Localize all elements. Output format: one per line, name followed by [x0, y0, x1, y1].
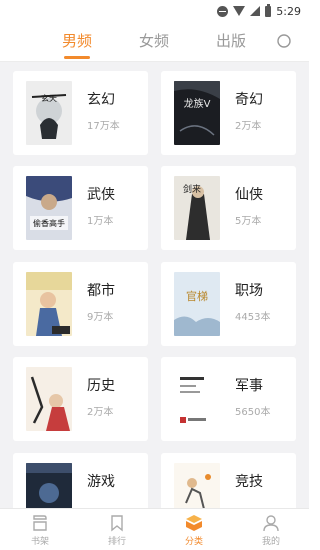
- category-card-wuxia[interactable]: 偷香高手 武侠 1万本: [13, 166, 148, 250]
- bottom-nav: 书架 排行 分类 我的: [0, 508, 309, 550]
- category-name: 竞技: [235, 474, 263, 490]
- tab-male[interactable]: 男频: [62, 30, 92, 51]
- category-card-youxi[interactable]: 游戏: [13, 453, 148, 508]
- book-cover: 官梯: [174, 272, 220, 336]
- category-count: 17万本: [87, 121, 120, 132]
- category-card-qihuan[interactable]: 龙族V 奇幻 2万本: [161, 71, 296, 155]
- active-tab-indicator: [64, 56, 90, 59]
- book-cover: [174, 463, 220, 508]
- category-name: 武侠: [87, 187, 115, 203]
- book-cover: [26, 463, 72, 508]
- profile-icon: [263, 515, 279, 532]
- category-name: 历史: [87, 378, 115, 394]
- nav-label: 我的: [261, 537, 280, 547]
- category-name: 军事: [235, 378, 263, 394]
- category-name: 玄幻: [87, 92, 115, 108]
- tab-publish[interactable]: 出版: [216, 30, 246, 51]
- category-card-xianxia[interactable]: 剑来 仙侠 5万本: [161, 166, 296, 250]
- category-tabs: 男频 女频 出版: [0, 22, 309, 62]
- book-cover: [26, 272, 72, 336]
- category-card-jingji[interactable]: 竞技: [161, 453, 296, 508]
- category-name: 都市: [87, 283, 115, 299]
- category-count: 5万本: [235, 216, 262, 227]
- status-bar: 5:29: [0, 0, 309, 22]
- do-not-disturb-icon: [217, 5, 229, 17]
- bookshelf-icon: [33, 515, 47, 531]
- category-count: 4453本: [235, 312, 271, 323]
- category-count: 5650本: [235, 407, 271, 418]
- category-name: 奇幻: [235, 92, 263, 108]
- category-icon: [186, 515, 202, 531]
- category-name: 仙侠: [235, 187, 263, 203]
- category-count: 2万本: [87, 407, 114, 418]
- cover-title: 偷香高手: [33, 218, 65, 228]
- category-count: 1万本: [87, 216, 114, 227]
- book-cover: 偷香高手: [26, 176, 72, 240]
- nav-label: 书架: [30, 537, 49, 547]
- battery-icon: [265, 3, 272, 17]
- category-card-zhichang[interactable]: 官梯 职场 4453本: [161, 262, 296, 346]
- book-cover: 玄天: [26, 81, 72, 145]
- nav-ranking[interactable]: 排行: [97, 513, 137, 549]
- tab-female[interactable]: 女频: [139, 30, 169, 51]
- category-count: 9万本: [87, 312, 114, 323]
- signal-icon: [250, 6, 261, 16]
- nav-bookshelf[interactable]: 书架: [20, 513, 60, 549]
- cover-title: 玄天: [41, 93, 57, 103]
- category-name: 游戏: [87, 474, 115, 490]
- category-count: 2万本: [235, 121, 262, 132]
- cover-title: 剑来: [183, 183, 201, 195]
- category-grid: 玄天 玄幻 17万本 龙族V 奇幻 2万本 偷香高手 武侠 1万本 剑来 仙侠 …: [0, 62, 309, 508]
- wifi-icon: [233, 6, 246, 16]
- search-icon[interactable]: [275, 32, 293, 50]
- cover-title: 龙族V: [184, 97, 211, 110]
- category-card-xuanhuan[interactable]: 玄天 玄幻 17万本: [13, 71, 148, 155]
- category-card-junshi[interactable]: 军事 5650本: [161, 357, 296, 441]
- category-card-dushi[interactable]: 都市 9万本: [13, 262, 148, 346]
- category-card-lishi[interactable]: 历史 2万本: [13, 357, 148, 441]
- category-name: 职场: [235, 283, 263, 299]
- nav-profile[interactable]: 我的: [251, 513, 291, 549]
- ranking-icon: [111, 515, 123, 532]
- status-time: 5:29: [276, 4, 301, 18]
- nav-label: 排行: [107, 537, 126, 547]
- nav-label: 分类: [184, 537, 203, 547]
- cover-title: 官梯: [186, 289, 208, 303]
- nav-category[interactable]: 分类: [174, 513, 214, 549]
- book-cover: [174, 367, 220, 431]
- book-cover: 龙族V: [174, 81, 220, 145]
- book-cover: 剑来: [174, 176, 220, 240]
- book-cover: [26, 367, 72, 431]
